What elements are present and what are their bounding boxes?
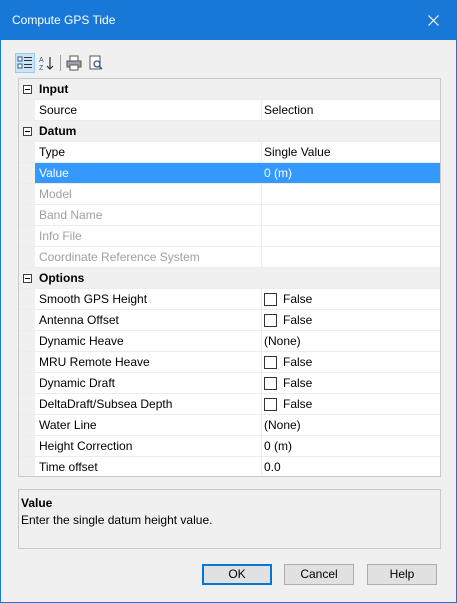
property-value[interactable]: False <box>262 289 440 309</box>
property-value[interactable]: Single Value <box>262 142 440 162</box>
property-value[interactable]: 0 (m) <box>262 163 440 183</box>
checkbox[interactable] <box>264 292 277 306</box>
category-input[interactable]: Input <box>19 79 440 100</box>
close-button[interactable] <box>410 1 456 40</box>
collapse-toggle[interactable] <box>19 79 35 99</box>
property-grid: Input Source Selection Datum Type Single… <box>18 78 441 477</box>
category-label: Input <box>39 82 69 96</box>
property-name: Dynamic Heave <box>35 331 262 351</box>
property-name: Coordinate Reference System <box>35 247 262 267</box>
cancel-button[interactable]: Cancel <box>284 564 354 585</box>
categorized-icon <box>17 56 32 69</box>
property-name: Band Name <box>35 205 262 225</box>
property-value[interactable]: 0.0 <box>262 457 440 476</box>
property-row-info-file: Info File <box>19 226 440 247</box>
property-row-crs: Coordinate Reference System <box>19 247 440 268</box>
property-name: Antenna Offset <box>35 310 262 330</box>
property-row-model: Model <box>19 184 440 205</box>
property-name: Height Correction <box>35 436 262 456</box>
checkbox[interactable] <box>264 376 277 390</box>
minus-icon <box>22 84 32 94</box>
description-text: Enter the single datum height value. <box>21 513 213 527</box>
property-value[interactable]: (None) <box>262 331 440 351</box>
property-name: Smooth GPS Height <box>35 289 262 309</box>
property-row-time-offset[interactable]: Time offset 0.0 <box>19 457 440 476</box>
property-value[interactable]: False <box>262 373 440 393</box>
category-options[interactable]: Options <box>19 268 440 289</box>
svg-text:A: A <box>39 57 44 64</box>
minus-icon <box>22 273 32 283</box>
alphabetical-sort-icon: A Z <box>39 57 54 71</box>
checkbox[interactable] <box>264 397 277 411</box>
property-value[interactable]: (None) <box>262 415 440 435</box>
print-preview-button[interactable] <box>86 53 106 73</box>
property-name: Model <box>35 184 262 204</box>
property-row-type[interactable]: Type Single Value <box>19 142 440 163</box>
close-icon <box>427 15 439 26</box>
category-label: Options <box>39 271 85 285</box>
property-row-mru-remote-heave[interactable]: MRU Remote Heave False <box>19 352 440 373</box>
ok-button[interactable]: OK <box>202 564 272 585</box>
description-panel: Value Enter the single datum height valu… <box>18 489 441 549</box>
description-title: Value <box>21 496 53 510</box>
categorized-button[interactable] <box>15 53 35 73</box>
property-name: Info File <box>35 226 262 246</box>
property-value <box>262 226 440 246</box>
print-button[interactable] <box>64 53 84 73</box>
dialog-window: Compute GPS Tide A Z Input Source Select… <box>0 0 457 603</box>
property-row-water-line[interactable]: Water Line (None) <box>19 415 440 436</box>
property-value[interactable]: False <box>262 352 440 372</box>
property-value[interactable]: False <box>262 394 440 414</box>
alphabetical-button[interactable]: A Z <box>37 53 57 73</box>
property-value <box>262 205 440 225</box>
property-row-dynamic-draft[interactable]: Dynamic Draft False <box>19 373 440 394</box>
print-icon <box>66 55 82 71</box>
property-row-height-correction[interactable]: Height Correction 0 (m) <box>19 436 440 457</box>
toolbar-separator <box>60 55 61 71</box>
property-row-smooth-gps-height[interactable]: Smooth GPS Height False <box>19 289 440 310</box>
property-value[interactable]: Selection <box>262 100 440 120</box>
property-value <box>262 247 440 267</box>
checkbox[interactable] <box>264 355 277 369</box>
property-name: Value <box>35 163 262 183</box>
title-bar: Compute GPS Tide <box>1 1 456 40</box>
property-row-source[interactable]: Source Selection <box>19 100 440 121</box>
property-row-value[interactable]: Value 0 (m) <box>19 163 440 184</box>
collapse-toggle[interactable] <box>19 268 35 288</box>
property-name: Type <box>35 142 262 162</box>
property-value[interactable]: 0 (m) <box>262 436 440 456</box>
property-name: Water Line <box>35 415 262 435</box>
property-value <box>262 184 440 204</box>
property-row-antenna-offset[interactable]: Antenna Offset False <box>19 310 440 331</box>
category-label: Datum <box>39 124 77 138</box>
property-name: MRU Remote Heave <box>35 352 262 372</box>
property-name: Source <box>35 100 262 120</box>
property-name: DeltaDraft/Subsea Depth <box>35 394 262 414</box>
property-value[interactable]: False <box>262 310 440 330</box>
property-row-band-name: Band Name <box>19 205 440 226</box>
svg-text:Z: Z <box>39 65 44 71</box>
minus-icon <box>22 126 32 136</box>
collapse-toggle[interactable] <box>19 121 35 141</box>
property-name: Time offset <box>35 457 262 476</box>
property-row-delta-draft[interactable]: DeltaDraft/Subsea Depth False <box>19 394 440 415</box>
property-row-dynamic-heave[interactable]: Dynamic Heave (None) <box>19 331 440 352</box>
category-datum[interactable]: Datum <box>19 121 440 142</box>
property-toolbar: A Z <box>15 53 135 73</box>
checkbox[interactable] <box>264 313 277 327</box>
print-preview-icon <box>89 55 103 70</box>
window-title: Compute GPS Tide <box>12 13 116 27</box>
help-button[interactable]: Help <box>367 564 437 585</box>
property-name: Dynamic Draft <box>35 373 262 393</box>
